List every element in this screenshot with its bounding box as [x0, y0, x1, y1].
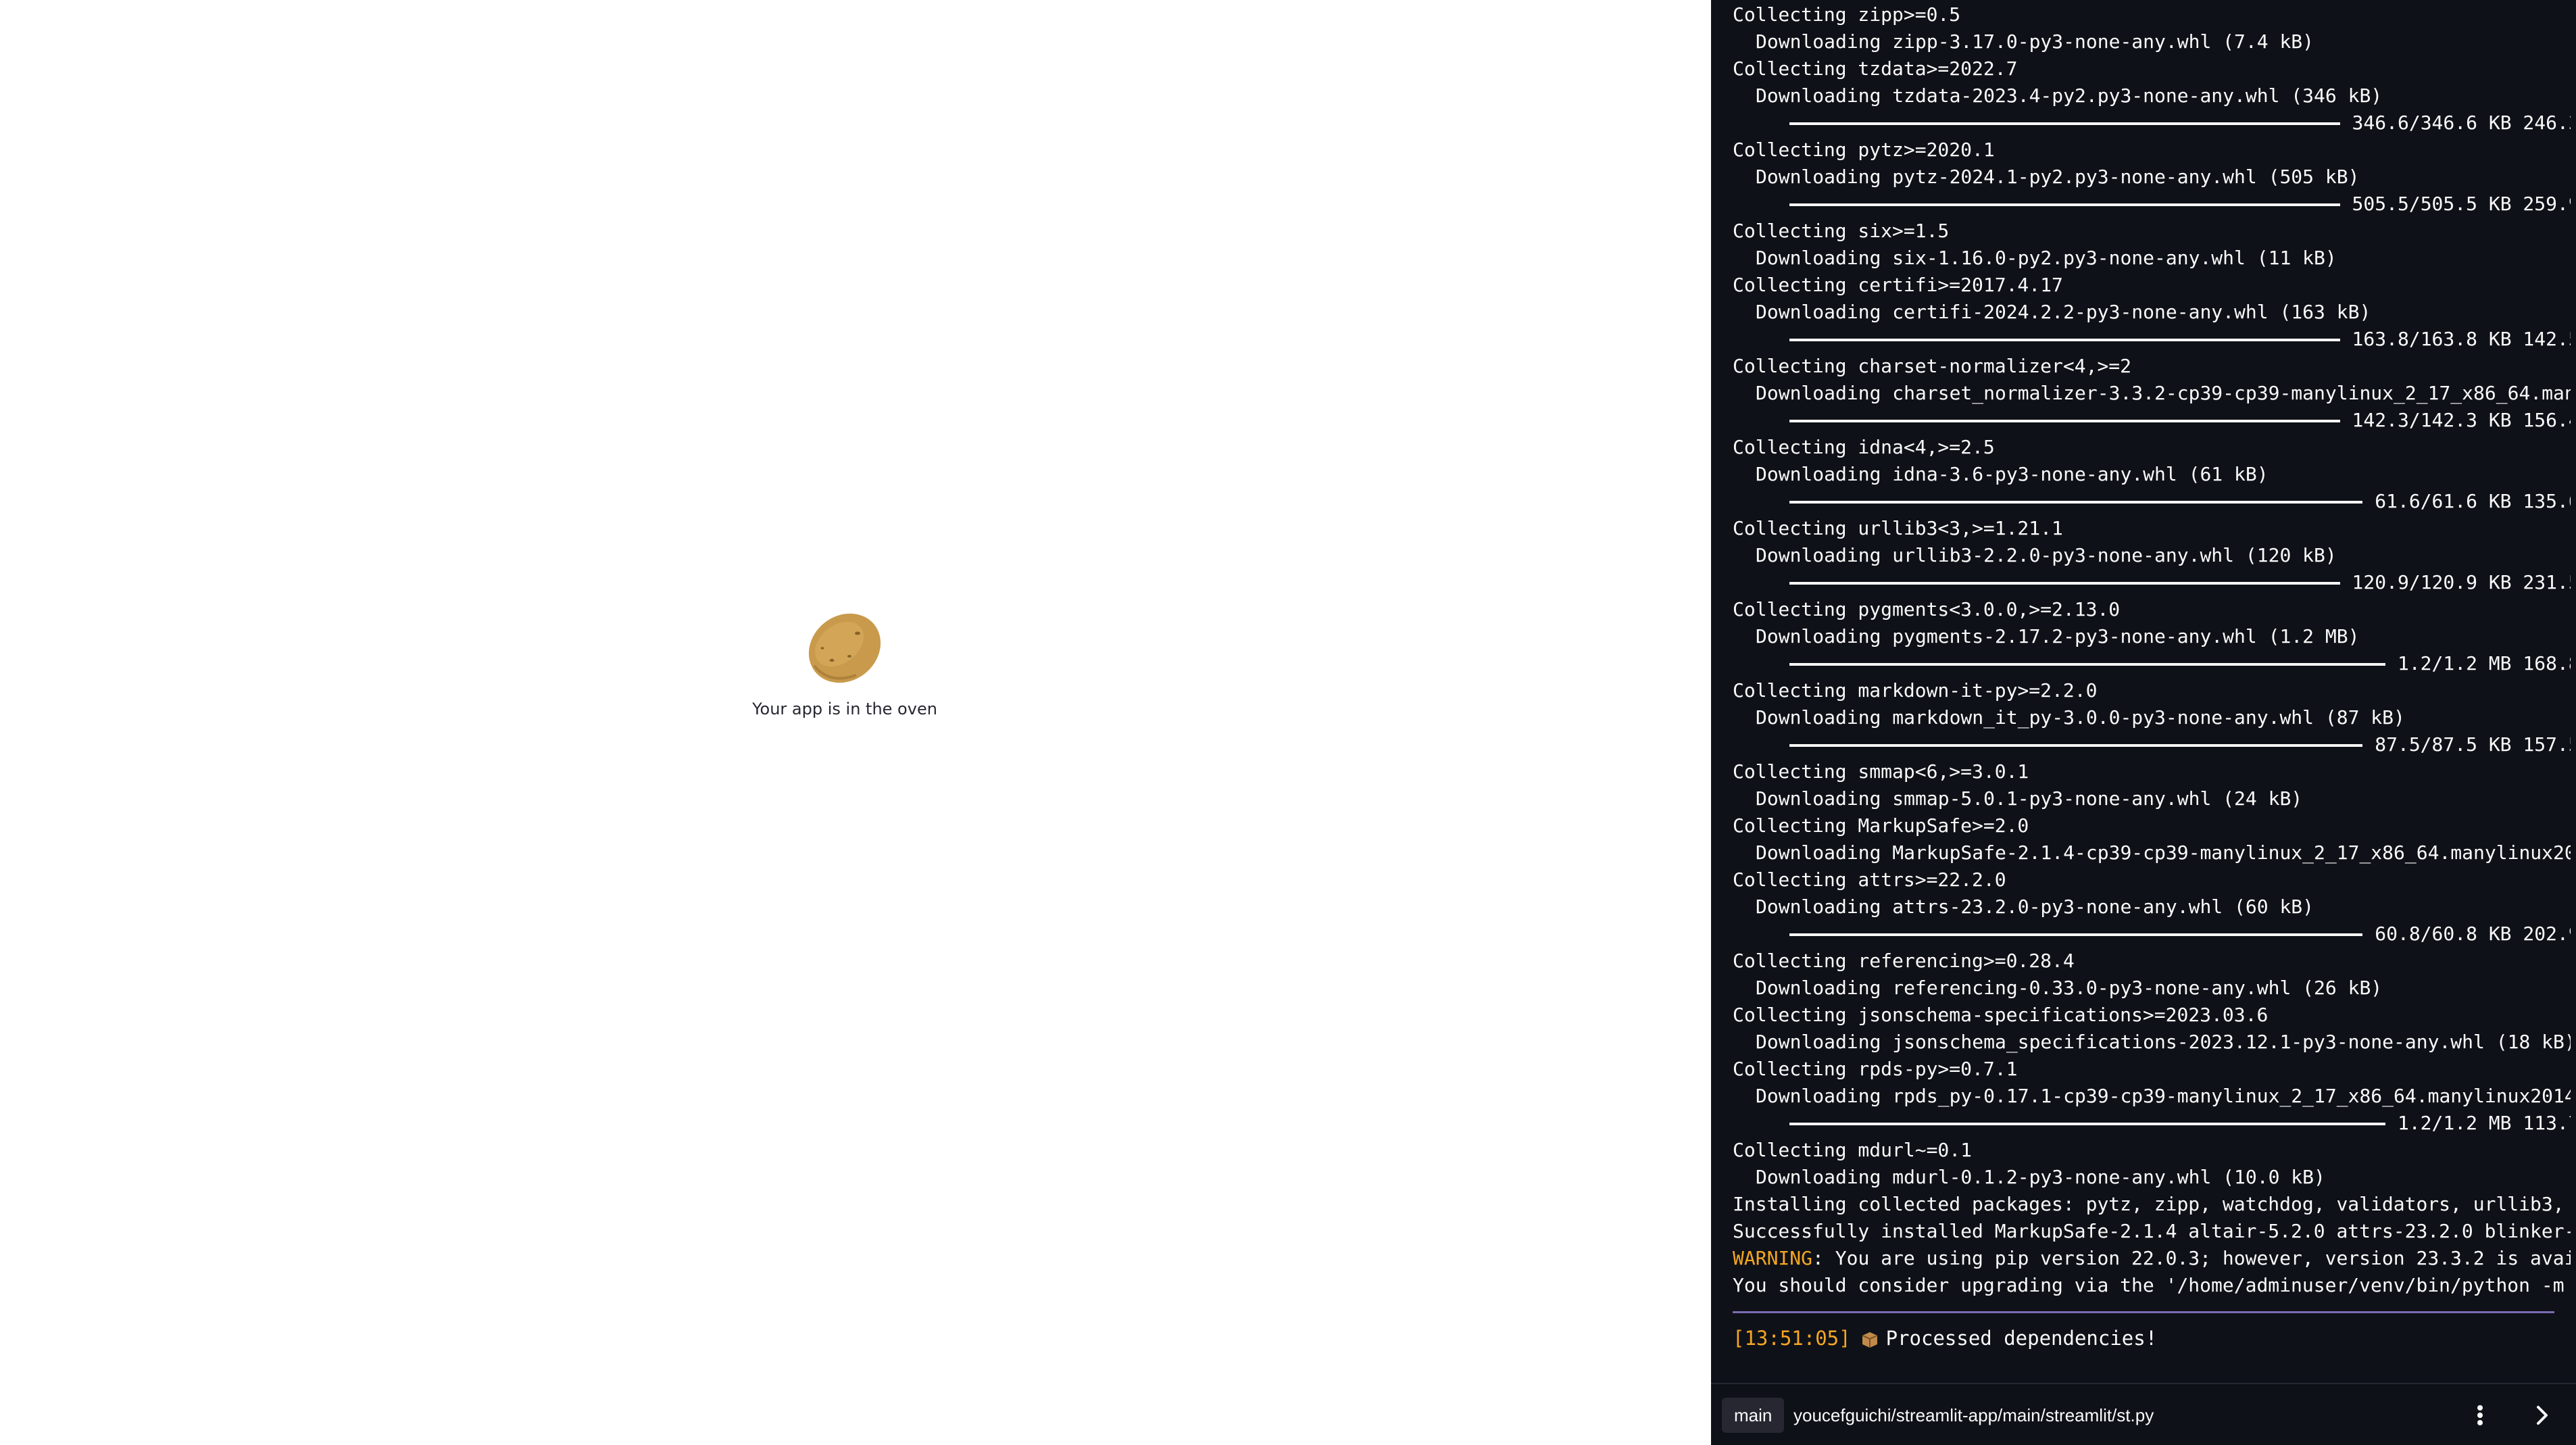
log-line: Collecting rpds-py>=0.7.1 — [1733, 1058, 2018, 1080]
loading-message: Your app is in the oven — [752, 700, 937, 718]
log-line: Collecting referencing>=0.28.4 — [1733, 950, 2075, 972]
log-line: Downloading idna-3.6-py3-none-any.whl (6… — [1756, 463, 2269, 485]
log-line: Downloading pygments-2.17.2-py3-none-any… — [1756, 625, 2360, 647]
progress-bar — [1789, 744, 2363, 747]
log-separator — [1733, 1311, 2554, 1313]
app-preview-pane: Your app is in the oven — [0, 0, 1711, 1444]
log-line: Downloading MarkupSafe-2.1.4-cp39-cp39-m… — [1756, 841, 2571, 864]
log-line: Collecting attrs>=22.2.0 — [1733, 868, 2006, 891]
progress-bar — [1789, 582, 2340, 585]
download-progress: 163.8/163.8 KB 142.5 MB/s eta 0:00:00 — [1733, 326, 2571, 353]
log-line: Downloading smmap-5.0.1-py3-none-any.whl… — [1756, 787, 2303, 810]
download-progress: 87.5/87.5 KB 157.5 MB/s eta 0:00:00 — [1733, 731, 2571, 758]
progress-stats: 87.5/87.5 KB 157.5 MB/s eta 0:00:00 — [2375, 733, 2571, 756]
progress-stats: 1.2/1.2 MB 113.7 MB/s eta 0:00:00 — [2397, 1112, 2571, 1134]
progress-stats: 61.6/61.6 KB 135.6 MB/s eta 0:00:00 — [2375, 490, 2571, 512]
log-line: Downloading mdurl-0.1.2-py3-none-any.whl… — [1756, 1166, 2325, 1188]
log-line: Collecting zipp>=0.5 — [1733, 3, 1961, 26]
progress-stats: 120.9/120.9 KB 231.5 MB/s eta 0:00:00 — [2352, 571, 2571, 593]
progress-stats: 142.3/142.3 KB 156.4 MB/s eta 0:00:00 — [2352, 409, 2571, 431]
log-line: Collecting urllib3<3,>=1.21.1 — [1733, 517, 2063, 539]
log-line: Downloading jsonschema_specifications-20… — [1756, 1031, 2571, 1053]
log-line: Downloading referencing-0.33.0-py3-none-… — [1756, 977, 2383, 999]
status-line: [13:51:05] Processed dependencies! — [1733, 1323, 2157, 1353]
progress-stats: 1.2/1.2 MB 168.8 MB/s eta 0:00:00 — [2397, 652, 2571, 675]
log-line: Collecting markdown-it-py>=2.2.0 — [1733, 679, 2098, 702]
status-timestamp: [13:51:05] — [1733, 1327, 1851, 1350]
log-line: Collecting pytz>=2020.1 — [1733, 139, 1995, 161]
download-progress: 1.2/1.2 MB 168.8 MB/s eta 0:00:00 — [1733, 650, 2571, 677]
log-line: Collecting tzdata>=2022.7 — [1733, 57, 2018, 80]
vertical-ellipsis-icon — [2477, 1405, 2483, 1425]
progress-bar — [1789, 501, 2363, 504]
app-loading-indicator: Your app is in the oven — [676, 605, 1014, 718]
warning-text: : You are using pip version 22.0.3; howe… — [1812, 1247, 2571, 1269]
log-line: Collecting smmap<6,>=3.0.1 — [1733, 760, 2029, 783]
expand-console-button[interactable] — [2527, 1398, 2557, 1433]
progress-bar — [1789, 339, 2340, 341]
log-line: Collecting six>=1.5 — [1733, 220, 1950, 242]
download-progress: 505.5/505.5 KB 259.9 MB/s eta 0:00:00 — [1733, 191, 2571, 218]
progress-stats: 346.6/346.6 KB 246.3 MB/s eta 0:00:00 — [2352, 112, 2571, 134]
progress-bar — [1789, 122, 2340, 125]
package-icon — [1862, 1332, 1878, 1348]
log-line: Collecting charset-normalizer<4,>=2 — [1733, 355, 2132, 377]
log-output: Collecting zipp>=0.5 Downloading zipp-3.1… — [1733, 0, 2571, 1298]
log-line: Collecting jsonschema-specifications>=20… — [1733, 1004, 2269, 1026]
log-line: Collecting mdurl~=0.1 — [1733, 1139, 1973, 1161]
log-line: Collecting certifi>=2017.4.17 — [1733, 274, 2063, 296]
log-line: Downloading certifi-2024.2.2-py3-none-an… — [1756, 301, 2371, 323]
build-log-console[interactable]: Collecting zipp>=0.5 Downloading zipp-3.1… — [1711, 0, 2576, 1444]
progress-bar — [1789, 933, 2363, 936]
console-footer: main youcefguichi/streamlit-app/main/str… — [1711, 1383, 2576, 1445]
log-line: Downloading charset_normalizer-3.3.2-cp3… — [1756, 382, 2571, 404]
log-line: You should consider upgrading via the '/… — [1733, 1274, 2565, 1296]
download-progress: 1.2/1.2 MB 113.7 MB/s eta 0:00:00 — [1733, 1110, 2571, 1137]
repo-path-link[interactable]: youcefguichi/streamlit-app/main/streamli… — [1793, 1398, 2154, 1433]
potato-icon — [808, 613, 881, 683]
progress-bar — [1789, 420, 2340, 422]
progress-bar — [1789, 663, 2385, 666]
log-line: Downloading rpds_py-0.17.1-cp39-cp39-man… — [1756, 1085, 2571, 1107]
log-line: Collecting pygments<3.0.0,>=2.13.0 — [1733, 598, 2121, 620]
log-line: Successfully installed MarkupSafe-2.1.4 … — [1733, 1220, 2571, 1242]
log-line: Downloading tzdata-2023.4-py2.py3-none-a… — [1756, 84, 2383, 107]
progress-bar — [1789, 1123, 2385, 1125]
log-line: Downloading attrs-23.2.0-py3-none-any.wh… — [1756, 896, 2314, 918]
download-progress: 60.8/60.8 KB 202.9 MB/s eta 0:00:00 — [1733, 921, 2571, 948]
download-progress: 142.3/142.3 KB 156.4 MB/s eta 0:00:00 — [1733, 407, 2571, 434]
log-line: Collecting idna<4,>=2.5 — [1733, 436, 1995, 458]
log-line: Downloading six-1.16.0-py2.py3-none-any.… — [1756, 247, 2337, 269]
status-message: Processed dependencies! — [1885, 1327, 2158, 1350]
branch-badge[interactable]: main — [1722, 1398, 1785, 1433]
progress-stats: 60.8/60.8 KB 202.9 MB/s eta 0:00:00 — [2375, 923, 2571, 945]
download-progress: 346.6/346.6 KB 246.3 MB/s eta 0:00:00 — [1733, 109, 2571, 137]
log-line: Collecting MarkupSafe>=2.0 — [1733, 814, 2029, 837]
progress-stats: 505.5/505.5 KB 259.9 MB/s eta 0:00:00 — [2352, 193, 2571, 215]
log-line: Downloading zipp-3.17.0-py3-none-any.whl… — [1756, 30, 2314, 53]
log-warning-line: WARNING: You are using pip version 22.0.… — [1733, 1245, 2571, 1272]
log-line: Downloading markdown_it_py-3.0.0-py3-non… — [1756, 706, 2405, 729]
chevron-right-icon — [2537, 1406, 2548, 1425]
more-options-button[interactable] — [2465, 1398, 2495, 1433]
progress-stats: 163.8/163.8 KB 142.5 MB/s eta 0:00:00 — [2352, 328, 2571, 350]
log-line: Installing collected packages: pytz, zip… — [1733, 1193, 2571, 1215]
progress-bar — [1789, 203, 2340, 206]
download-progress: 61.6/61.6 KB 135.6 MB/s eta 0:00:00 — [1733, 488, 2571, 515]
log-line: Downloading pytz-2024.1-py2.py3-none-any… — [1756, 166, 2360, 188]
warning-label: WARNING — [1733, 1247, 1813, 1269]
download-progress: 120.9/120.9 KB 231.5 MB/s eta 0:00:00 — [1733, 569, 2571, 596]
log-line: Downloading urllib3-2.2.0-py3-none-any.w… — [1756, 544, 2337, 566]
